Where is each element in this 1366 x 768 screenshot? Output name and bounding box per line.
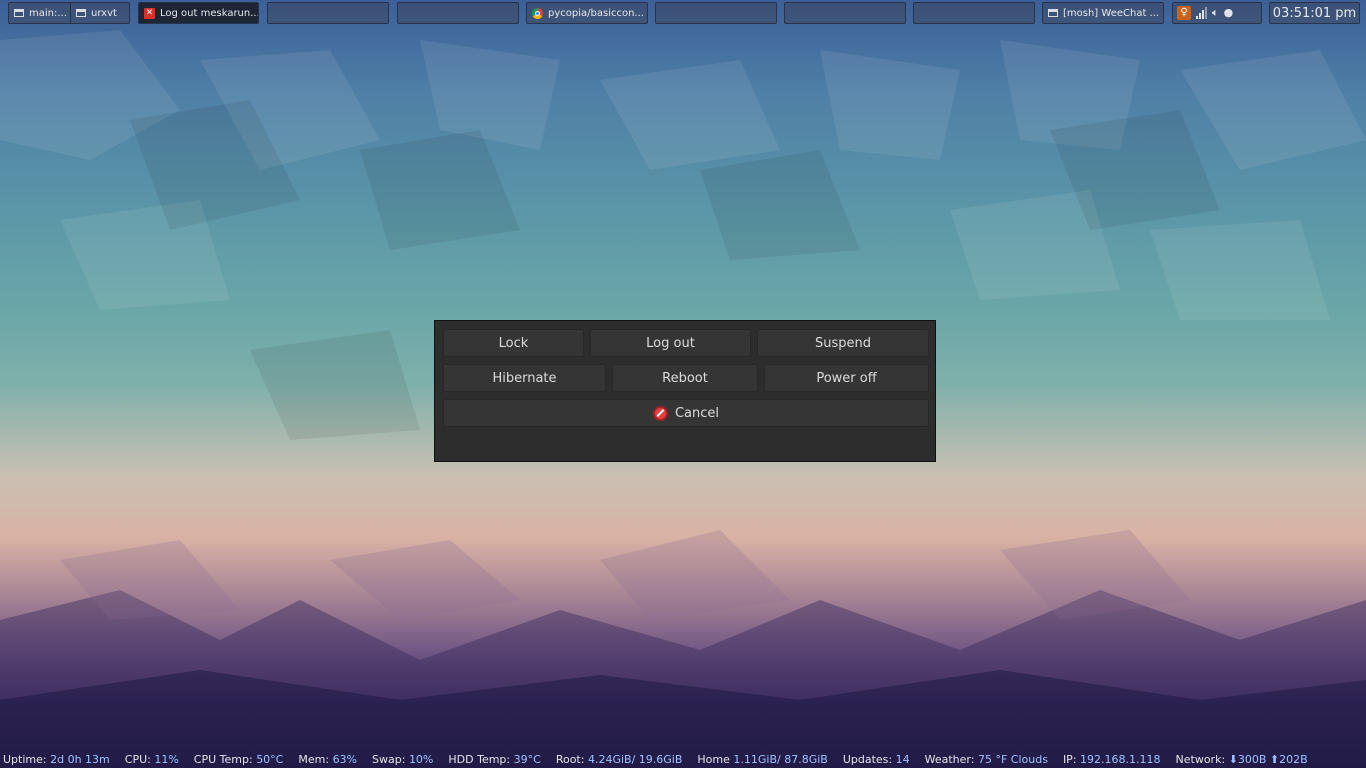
top-panel: main:... urxvt ✕ Log out meskarun... pyc…: [0, 0, 1366, 26]
status-bar: Uptime: 2d 0h 13m CPU: 11% CPU Temp: 50°…: [0, 750, 1366, 768]
volume-icon[interactable]: 🔈︎: [1212, 6, 1219, 20]
system-tray: ♀ 🔈︎ ●: [1172, 2, 1262, 24]
task-pycopia[interactable]: pycopia/basiccon...: [527, 3, 647, 23]
window-icon: [1048, 9, 1058, 17]
tasklist-group-2: ✕ Log out meskarun...: [138, 2, 259, 24]
status-cpu-temp: CPU Temp: 50°C: [193, 752, 284, 766]
task-logout[interactable]: ✕ Log out meskarun...: [139, 3, 258, 23]
workspace-slot[interactable]: [655, 2, 777, 24]
status-uptime: Uptime: 2d 0h 13m: [3, 752, 110, 766]
status-hdd-temp: HDD Temp: 39°C: [448, 752, 541, 766]
status-weather: Weather: 75 °F Clouds: [924, 752, 1048, 766]
tasklist-group-4: [mosh] WeeChat ...: [1042, 2, 1164, 24]
chrome-icon: [532, 7, 543, 19]
ubuntu-one-icon[interactable]: ♀: [1177, 6, 1191, 20]
window-icon: [14, 9, 24, 17]
status-mem: Mem: 63%: [298, 752, 358, 766]
status-ip: IP: 192.168.1.118: [1062, 752, 1161, 766]
poweroff-button[interactable]: Power off: [764, 364, 929, 392]
workspace-slot[interactable]: [267, 2, 389, 24]
task-urxvt[interactable]: urxvt: [71, 3, 129, 23]
cancel-button[interactable]: Cancel: [443, 399, 929, 427]
clock[interactable]: 03:51:01 pm: [1269, 2, 1360, 24]
logout-button[interactable]: Log out: [590, 329, 751, 357]
cancel-icon: [652, 405, 668, 421]
lock-button[interactable]: Lock: [443, 329, 584, 357]
logout-dialog: Lock Log out Suspend Hibernate Reboot Po…: [434, 320, 936, 462]
window-icon: [76, 9, 86, 17]
task-main[interactable]: main:...: [9, 3, 71, 23]
workspace-slot[interactable]: [784, 2, 906, 24]
status-root: Root: 4.24GiB/ 19.6GiB: [555, 752, 683, 766]
reboot-button[interactable]: Reboot: [612, 364, 758, 392]
hibernate-button[interactable]: Hibernate: [443, 364, 606, 392]
close-x-icon: ✕: [144, 7, 155, 19]
status-updates: Updates: 14: [842, 752, 910, 766]
workspace-slot[interactable]: [913, 2, 1035, 24]
status-home: Home 1.11GiB/ 87.8GiB: [697, 752, 828, 766]
tasklist-group-1: main:... urxvt: [8, 2, 130, 24]
status-swap: Swap: 10%: [372, 752, 434, 766]
status-network: Network: ⬇300B ⬆202B: [1175, 752, 1308, 766]
status-cpu: CPU: 11%: [124, 752, 179, 766]
suspend-button[interactable]: Suspend: [757, 329, 929, 357]
user-icon[interactable]: ●: [1224, 6, 1234, 20]
network-signal-icon[interactable]: [1196, 7, 1207, 19]
workspace-slot[interactable]: [397, 2, 519, 24]
task-weechat[interactable]: [mosh] WeeChat ...: [1043, 3, 1163, 23]
tasklist-group-3: pycopia/basiccon...: [526, 2, 648, 24]
